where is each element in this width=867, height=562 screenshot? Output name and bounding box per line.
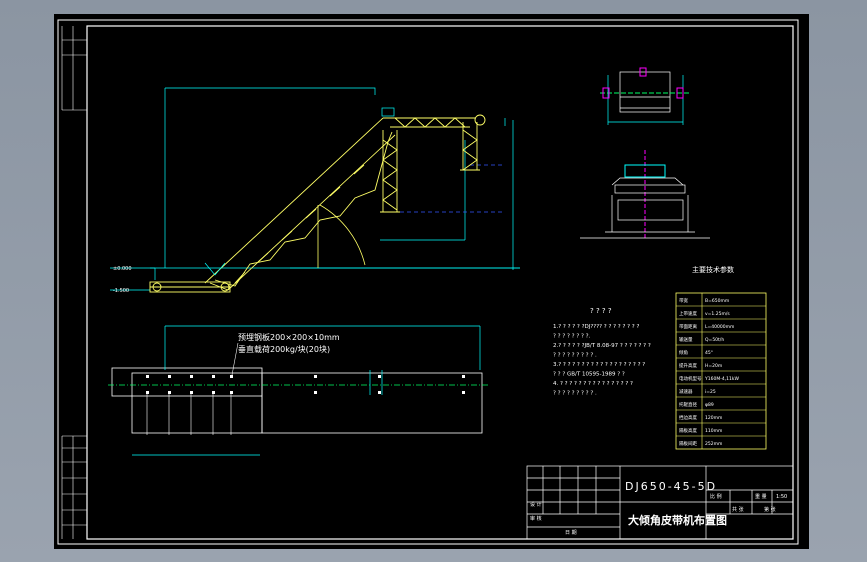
param-label: 上带速度 <box>679 310 697 317</box>
param-label: 提升高度 <box>679 362 697 369</box>
note-line: ? ? ? ? ? ? ? ? ? . <box>553 391 597 397</box>
drawing-title: 大倾角皮带机布置图 <box>628 513 727 527</box>
cad-viewport[interactable]: ±0.000 -1.500 预埋钢板200×200×10mm 垂直载荷200kg… <box>0 0 867 562</box>
param-value: Q=50t/h <box>705 337 724 343</box>
param-value: φ89 <box>705 402 714 408</box>
tb-weight-label: 重 量 <box>755 493 767 500</box>
param-label: 隔板间距 <box>679 440 697 447</box>
elevation-label-2: -1.500 <box>113 288 129 294</box>
param-value: Y160M-4,11kW <box>704 376 739 382</box>
param-label: 电动机型号 <box>679 375 702 382</box>
param-label: 隔板高度 <box>679 427 697 434</box>
param-value: L=40000mm <box>705 324 734 330</box>
note-line: 3.? ? ? ? ? ? ? ? ? ? ? ? ? ? ? ? ? ? ? <box>553 362 645 368</box>
tb-checker: 审 核 <box>530 515 542 522</box>
note-line: ? ? ? ? ? ? ? ? ? . <box>553 353 597 359</box>
notes-heading: ? ? ? ? <box>590 307 612 315</box>
param-value: i=25 <box>705 389 716 395</box>
tb-scale-label: 比 例 <box>710 493 722 500</box>
elevation-label-1: ±0.000 <box>113 266 132 272</box>
param-value: 45° <box>705 350 713 356</box>
param-label: 带宽 <box>679 297 688 304</box>
annotation-load: 垂直载荷200kg/块(20块) <box>238 344 330 354</box>
tb-date: 日 期 <box>565 530 577 536</box>
param-label: 倾角 <box>679 349 688 356</box>
param-value: 110mm <box>705 428 722 434</box>
paper-background <box>54 14 809 549</box>
param-label: 挡边高度 <box>679 414 697 421</box>
param-value: 252mm <box>705 441 722 447</box>
note-line: ? ? ? GB/T 10595-1989 ? ? <box>553 372 625 378</box>
drawing-code: DJ650-45-5D <box>625 480 717 493</box>
note-line: 4. ? ? ? ? ? ? ? ? ? ? ? ? ? ? ? ? <box>553 381 633 387</box>
param-label: 减速器 <box>679 388 693 395</box>
param-value: B=650mm <box>705 298 729 304</box>
param-label: 带面距离 <box>679 323 697 330</box>
params-title: 主要技术参数 <box>692 265 734 274</box>
note-line: ? ? ? ? ? ? ? ?. <box>553 334 591 340</box>
param-label: 输送量 <box>679 336 693 343</box>
tb-designer: 设 计 <box>530 501 542 508</box>
tb-scale-value: 1:50 <box>776 494 787 500</box>
tb-sheet2: 第 张 <box>764 506 776 513</box>
note-line: 1.? ? ? ? ? ?DJ???? ? ? ? ? ? ? ? ? <box>553 324 639 330</box>
note-line: 2.? ? ? ? ? ?JB/T 8.08-97 ? ? ? ? ? ? ? <box>553 343 651 349</box>
param-label: 托辊直径 <box>679 401 697 408</box>
param-value: 120mm <box>705 415 722 421</box>
param-value: H=20m <box>705 363 722 369</box>
drawing-sheet[interactable]: ±0.000 -1.500 预埋钢板200×200×10mm 垂直载荷200kg… <box>0 0 867 562</box>
annotation-embedded-plate: 预埋钢板200×200×10mm <box>238 332 340 342</box>
param-value: v=1.25m/s <box>705 311 730 317</box>
tb-sheet: 共 张 <box>732 506 744 513</box>
